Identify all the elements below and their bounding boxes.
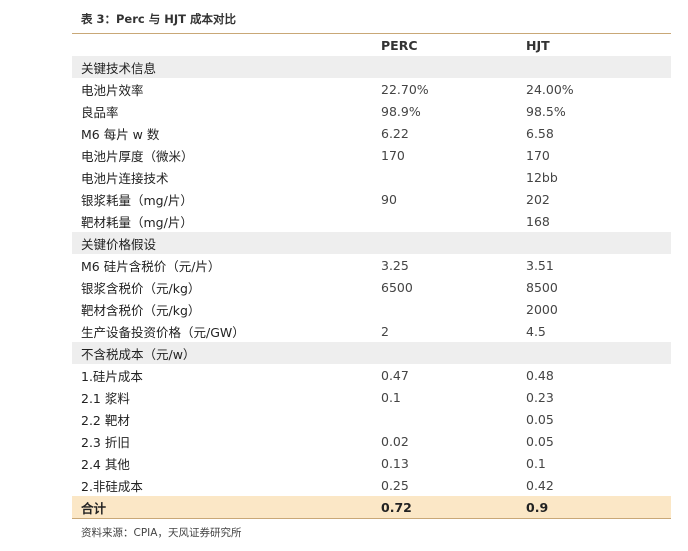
table-row: 良品率 98.9% 98.5% bbox=[72, 100, 671, 122]
table-row: 电池片连接技术 12bb bbox=[72, 166, 671, 188]
perc-value: 0.72 bbox=[381, 496, 526, 518]
hjt-value: 170 bbox=[526, 147, 550, 163]
row-label: 电池片连接技术 bbox=[81, 170, 169, 186]
header-cell-hjt: HJT bbox=[526, 37, 550, 53]
perc-value bbox=[381, 232, 526, 254]
hjt-value: 0.1 bbox=[526, 455, 546, 471]
hjt-value: 168 bbox=[526, 213, 550, 229]
total-row: 合计 0.72 0.9 bbox=[72, 496, 671, 518]
row-label: 2.4 其他 bbox=[81, 456, 130, 472]
hjt-value: 12bb bbox=[526, 169, 558, 185]
hjt-value: 0.23 bbox=[526, 389, 554, 405]
table-header-row: PERC HJT bbox=[72, 34, 671, 56]
table-row: 2.3 折旧 0.02 0.05 bbox=[72, 430, 671, 452]
row-label: 不含税成本（元/w） bbox=[72, 342, 381, 364]
table-row: 银浆耗量（mg/片） 90 202 bbox=[72, 188, 671, 210]
table-row: M6 每片 w 数 6.22 6.58 bbox=[72, 122, 671, 144]
table-row: 2.1 浆料 0.1 0.23 bbox=[72, 386, 671, 408]
hjt-value: 0.42 bbox=[526, 477, 554, 493]
hjt-value: 3.51 bbox=[526, 257, 554, 273]
table-row: 靶材含税价（元/kg） 2000 bbox=[72, 298, 671, 320]
perc-value: 0.1 bbox=[381, 389, 401, 405]
table-row: 电池片效率 22.70% 24.00% bbox=[72, 78, 671, 100]
perc-value bbox=[381, 210, 526, 232]
cost-comparison-table: PERC HJT 关键技术信息电池片效率 22.70% 24.00% 良品率 98.9%… bbox=[72, 34, 671, 518]
hjt-value bbox=[526, 56, 671, 78]
perc-value: 0.25 bbox=[381, 477, 409, 493]
hjt-value: 4.5 bbox=[526, 323, 546, 339]
hjt-value bbox=[526, 232, 671, 254]
perc-value: 0.47 bbox=[381, 367, 409, 383]
table-row: 2.非硅成本 0.25 0.42 bbox=[72, 474, 671, 496]
table-row: M6 硅片含税价（元/片） 3.25 3.51 bbox=[72, 254, 671, 276]
row-label: 合计 bbox=[72, 496, 381, 518]
row-label: 2.1 浆料 bbox=[81, 390, 130, 406]
row-label: 银浆耗量（mg/片） bbox=[81, 192, 193, 208]
row-label: 银浆含税价（元/kg） bbox=[81, 280, 201, 296]
section-row: 不含税成本（元/w） bbox=[72, 342, 671, 364]
row-label: M6 每片 w 数 bbox=[81, 126, 160, 142]
table-row: 电池片厚度（微米） 170 170 bbox=[72, 144, 671, 166]
row-label: 1.硅片成本 bbox=[81, 368, 143, 384]
table-row: 生产设备投资价格（元/GW） 2 4.5 bbox=[72, 320, 671, 342]
perc-value: 22.70% bbox=[381, 81, 429, 97]
hjt-value: 8500 bbox=[526, 279, 558, 295]
row-label: 电池片效率 bbox=[81, 82, 144, 98]
source-note: 资料来源：CPIA，天风证券研究所 bbox=[81, 527, 242, 539]
hjt-value: 0.9 bbox=[526, 496, 671, 518]
table-row: 2.4 其他 0.13 0.1 bbox=[72, 452, 671, 474]
perc-value: 6500 bbox=[381, 279, 413, 295]
hjt-value bbox=[526, 342, 671, 364]
row-label: 2.2 靶材 bbox=[81, 412, 130, 428]
row-label: 靶材耗量（mg/片） bbox=[81, 214, 193, 230]
row-label: 关键技术信息 bbox=[72, 56, 381, 78]
table-row: 1.硅片成本 0.47 0.48 bbox=[72, 364, 671, 386]
hjt-value: 0.05 bbox=[526, 433, 554, 449]
section-row: 关键价格假设 bbox=[72, 232, 671, 254]
section-row: 关键技术信息 bbox=[72, 56, 671, 78]
perc-value: 3.25 bbox=[381, 257, 409, 273]
header-cell-label bbox=[72, 34, 381, 56]
row-label: 靶材含税价（元/kg） bbox=[81, 302, 201, 318]
row-label: M6 硅片含税价（元/片） bbox=[81, 258, 221, 274]
table-row: 靶材耗量（mg/片） 168 bbox=[72, 210, 671, 232]
row-label: 关键价格假设 bbox=[72, 232, 381, 254]
perc-value: 0.13 bbox=[381, 455, 409, 471]
row-label: 电池片厚度（微米） bbox=[81, 148, 194, 164]
perc-value bbox=[381, 408, 526, 430]
perc-value: 6.22 bbox=[381, 125, 409, 141]
perc-value bbox=[381, 342, 526, 364]
row-label: 2.3 折旧 bbox=[81, 434, 130, 450]
perc-value: 2 bbox=[381, 323, 389, 339]
perc-value bbox=[381, 166, 526, 188]
hjt-value: 202 bbox=[526, 191, 550, 207]
table-title: 表 3：Perc 与 HJT 成本对比 bbox=[81, 12, 236, 26]
hjt-value: 98.5% bbox=[526, 103, 566, 119]
perc-value: 0.02 bbox=[381, 433, 409, 449]
perc-value bbox=[381, 56, 526, 78]
hjt-value: 24.00% bbox=[526, 81, 574, 97]
hjt-value: 0.05 bbox=[526, 411, 554, 427]
table-row: 银浆含税价（元/kg） 6500 8500 bbox=[72, 276, 671, 298]
perc-value bbox=[381, 298, 526, 320]
row-label: 良品率 bbox=[81, 104, 119, 120]
perc-value: 170 bbox=[381, 147, 405, 163]
row-label: 生产设备投资价格（元/GW） bbox=[81, 324, 245, 340]
bottom-rule bbox=[72, 518, 671, 519]
hjt-value: 0.48 bbox=[526, 367, 554, 383]
hjt-value: 6.58 bbox=[526, 125, 554, 141]
row-label: 2.非硅成本 bbox=[81, 478, 143, 494]
header-cell-perc: PERC bbox=[381, 37, 418, 53]
table-row: 2.2 靶材 0.05 bbox=[72, 408, 671, 430]
perc-value: 90 bbox=[381, 191, 397, 207]
hjt-value: 2000 bbox=[526, 301, 558, 317]
perc-value: 98.9% bbox=[381, 103, 421, 119]
